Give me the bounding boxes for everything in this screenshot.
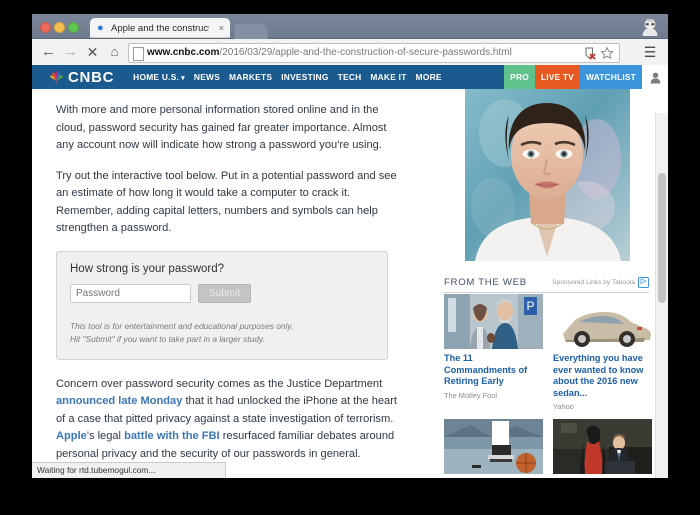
new-tab-button[interactable] [234,23,268,39]
taboola-card-source: The Motley Fool [444,390,497,400]
site-nav-bar: CNBC HOME U.S. ▾ NEWS MARKETS INVESTING T… [32,65,668,89]
sponsored-label: Sponsored Links by Taboola [552,279,635,286]
tab-favicon-icon: ● [97,22,104,34]
widget-note-1: This tool is for entertainment and educa… [70,320,294,331]
taboola-row: P The 11 Commandments of Retiring Early … [444,294,652,411]
desktop-backdrop: ● Apple and the construction × ← → ✕ ⌂ [0,0,700,515]
window-close-button[interactable] [40,22,51,33]
from-the-web-header: FROM THE WEB Sponsored Links by Taboola … [444,277,649,293]
stop-loading-icon[interactable]: ✕ [84,43,101,61]
link-apple[interactable]: Apple [56,430,87,442]
home-icon[interactable]: ⌂ [106,43,123,61]
svg-text:P: P [526,299,534,313]
nav-item-markets[interactable]: MARKETS [229,72,272,82]
nav-pill-live-tv[interactable]: LIVE TV [534,65,580,89]
widget-input-row: Submit [70,283,374,303]
from-the-web-title: FROM THE WEB [444,277,527,288]
taboola-card-title[interactable]: Everything you have ever wanted to know … [553,353,652,399]
site-nav-links: HOME U.S. ▾ NEWS MARKETS INVESTING TECH M… [133,72,504,82]
tab-close-icon[interactable]: × [219,22,224,34]
browser-window: ● Apple and the construction × ← → ✕ ⌂ [32,14,668,478]
address-bar[interactable]: www.cnbc.com/2016/03/29/apple-and-the-co… [128,43,620,63]
nav-pill-pro[interactable]: PRO [504,65,535,89]
browser-toolbar: ← → ✕ ⌂ www.cnbc.com/2016/03/29/apple-an… [32,39,668,66]
article-paragraph-2: Try out the interactive tool below. Put … [56,169,397,235]
back-icon[interactable]: ← [40,43,57,61]
chevron-down-icon: ▾ [181,75,185,82]
browser-title-bar: ● Apple and the construction × [32,14,668,39]
nav-item-tech[interactable]: TECH [338,72,362,82]
cnbc-peacock-logo-icon [48,70,65,85]
nav-item-make-it[interactable]: MAKE IT [370,72,406,82]
hero-photo [465,89,630,261]
window-minimize-button[interactable] [54,22,65,33]
taboola-card[interactable] [553,419,652,478]
browser-tab[interactable]: ● Apple and the construction × [90,18,230,38]
link-announced-late-monday[interactable]: announced late Monday [56,395,182,407]
url-path: /2016/03/29/apple-and-the-construction-o… [219,47,512,58]
chrome-menu-icon[interactable]: ☰ [640,43,660,61]
article-paragraph-3: Concern over password security comes as … [56,376,406,464]
taboola-card-title[interactable]: The 11 Commandments of Retiring Early [444,353,543,388]
forward-icon[interactable]: → [62,43,79,61]
link-battle-with-the-fbi[interactable]: battle with the FBI [124,430,220,442]
guest-profile-icon[interactable] [640,17,660,36]
nav-item-home-us[interactable]: HOME U.S. ▾ [133,72,185,82]
bookmark-star-icon[interactable] [600,46,614,60]
password-strength-widget: How strong is your password? Submit This… [56,250,388,360]
taboola-logo-icon: ▷ [638,277,649,288]
taboola-thumbnail [553,294,652,349]
taboola-row [444,419,652,478]
taboola-thumbnail: P [444,294,543,349]
page-viewport: CNBC HOME U.S. ▾ NEWS MARKETS INVESTING T… [32,65,668,478]
status-bar: Waiting for rtd.tubemogul.com... [32,462,226,478]
taboola-thumbnail [553,419,652,475]
taboola-card-grid: P The 11 Commandments of Retiring Early … [444,294,652,478]
site-user-avatar-icon[interactable] [642,65,668,89]
taboola-thumbnail [444,419,543,475]
nav-pill-watchlist[interactable]: WATCHLIST [579,65,642,89]
sponsored-links-credit: Sponsored Links by Taboola ▷ [552,277,649,288]
tab-title: Apple and the construction [111,23,209,34]
page-document-icon [133,47,144,61]
taboola-card[interactable]: Everything you have ever wanted to know … [553,294,652,411]
taboola-card-source: Yahoo [553,402,574,412]
nav-item-more[interactable]: MORE [416,72,442,82]
article-paragraph-1: With more and more personal information … [56,104,387,151]
url-domain: www.cnbc.com [147,47,220,58]
page-content: With more and more personal information … [32,89,668,478]
submit-button[interactable]: Submit [198,283,252,303]
widget-title: How strong is your password? [70,262,225,275]
taboola-card[interactable] [444,419,543,478]
article-column: With more and more personal information … [56,89,406,478]
blocked-script-shield-icon[interactable] [583,46,597,60]
cnbc-wordmark[interactable]: CNBC [68,69,114,86]
address-bar-url: www.cnbc.com/2016/03/29/apple-and-the-co… [147,46,577,60]
nav-item-news[interactable]: NEWS [194,72,220,82]
nav-item-investing[interactable]: INVESTING [281,72,328,82]
taboola-card[interactable]: P The 11 Commandments of Retiring Early … [444,294,543,411]
page-scrollbar-thumb[interactable] [658,173,666,303]
window-maximize-button[interactable] [68,22,79,33]
p3-text-c: 's legal [86,430,125,442]
p3-text-a: Concern over password security comes as … [56,377,383,390]
page-scrollbar-track[interactable] [655,113,668,478]
widget-note-2: Hit "Submit" if you want to take part in… [70,333,265,344]
password-input[interactable] [70,283,191,303]
